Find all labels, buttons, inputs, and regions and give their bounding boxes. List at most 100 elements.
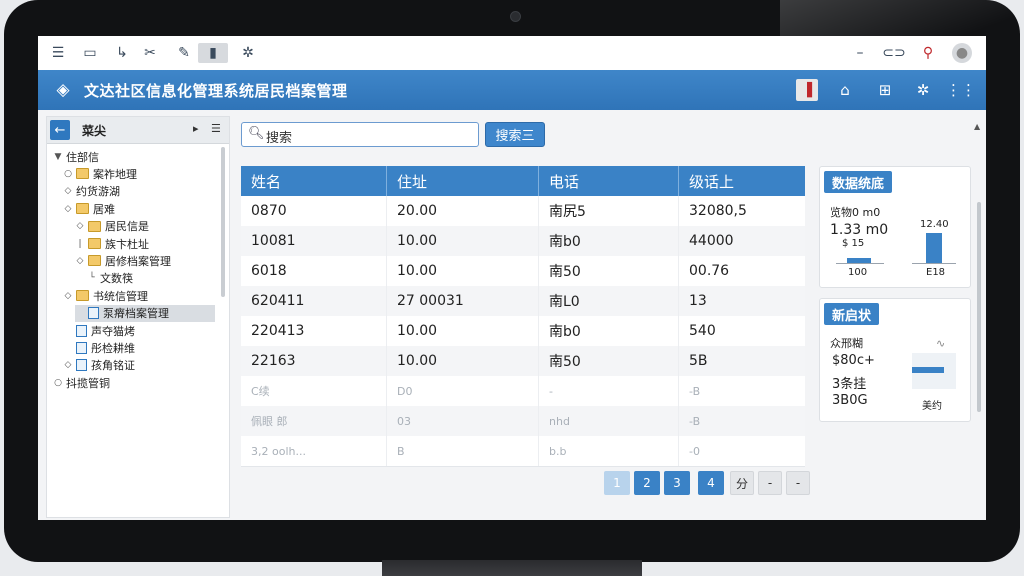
baseline-b (912, 263, 956, 264)
scroll-up-icon[interactable]: ▲ (974, 122, 980, 131)
sidebar-item[interactable]: ◇ 居修档案管理 (75, 252, 171, 269)
tree-toggle-icon[interactable]: ◇ (75, 256, 85, 266)
sidebar-item[interactable]: ▼ 住部信 (53, 148, 99, 165)
sidebar-item[interactable]: ◇ 孩角铭证 (63, 357, 135, 374)
tree-toggle-icon[interactable]: ◇ (63, 186, 73, 196)
link-icon[interactable]: ⊂⊃ (882, 43, 905, 63)
sidebar-item[interactable]: 彤检耕维 (63, 339, 135, 356)
tree-toggle-icon[interactable]: ○ (63, 169, 73, 179)
folder-icon (76, 168, 89, 180)
sidebar-item[interactable]: ○ 抖揽管铜 (53, 374, 110, 391)
sidebar-item-label: 约货游湖 (76, 185, 120, 199)
table-cell: 南L0 (539, 286, 679, 316)
sidebar-item-label: 彤检耕维 (91, 341, 135, 355)
home-icon[interactable]: ⌂ (834, 79, 856, 101)
table-row[interactable]: 620411 27 00031 南L0 13 (241, 286, 805, 317)
sidebar: ← 菜尖 ▸ ☰ ▼ 住部信 ○ 案祚地理 ◇ 约货游湖 ◇ 居难 ◇ 居民信是 | 族卞杜址 ◇ 居修档… (46, 116, 230, 518)
table-cell: 13 (689, 293, 707, 309)
page-scrollbar-thumb[interactable] (977, 202, 981, 412)
monitor: ☰ ▭ ↳ ✂ ✎ ▮ ✲ – ⊂⊃ ⚲ ● ◈ 文达社区信息化管理系统居民档案… (0, 0, 1024, 576)
minimize-icon[interactable]: – (850, 43, 870, 63)
page-button-4[interactable]: 4 (698, 471, 724, 495)
table-row[interactable]: 6018 10.00 南50 00.76 (241, 256, 805, 287)
sidebar-title: 菜尖 (82, 124, 107, 138)
table-row[interactable]: 220413 10.00 南b0 540 (241, 316, 805, 347)
table-cell: 5B (689, 353, 708, 369)
page-button-1[interactable]: 1 (604, 471, 630, 495)
table-cell: C续 (241, 376, 387, 406)
brush-icon[interactable]: ✎ (174, 43, 194, 63)
column-header-name[interactable]: 姓名 (241, 166, 387, 196)
sidebar-item[interactable]: ◇ 居民信是 (75, 218, 149, 235)
table-row[interactable]: 3,2 oolh... Bb.b -0 (241, 436, 805, 467)
sidebar-item[interactable]: ◇ 居难 (63, 200, 115, 217)
monitor-stand (382, 560, 642, 576)
search-placeholder: 搜索 (266, 131, 293, 146)
avatar-icon[interactable]: ● (952, 43, 972, 63)
search-input[interactable]: 🔍︎ 搜索 (241, 122, 479, 147)
page-button-3[interactable]: 3 (664, 471, 690, 495)
bar-b-label: E18 (926, 267, 946, 278)
table-cell: 10.00 (387, 316, 539, 346)
table-cell: -B (689, 414, 701, 428)
grid-icon[interactable]: ⋮⋮ (946, 79, 976, 101)
column-header-extra[interactable]: 级话上 (679, 166, 805, 196)
table-cell: 6018 (241, 256, 387, 286)
column-header-phone[interactable]: 电话 (539, 166, 679, 196)
document-icon (76, 341, 87, 354)
sidebar-item[interactable]: └ 文数筷 (87, 270, 133, 287)
bookmark-icon[interactable]: ▐ (796, 79, 818, 101)
column-header-address[interactable]: 住址 (387, 166, 539, 196)
menu-icon[interactable]: ☰ (48, 43, 68, 63)
sidebar-item[interactable]: | 族卞杜址 (75, 235, 149, 252)
settings-panel-icon[interactable]: ⊞ (874, 79, 896, 101)
bar-a-label: 100 (848, 267, 868, 278)
table-row[interactable]: 22163 10.00 南50 5B (241, 346, 805, 377)
sidebar-item[interactable]: 声夺猫烤 (63, 322, 135, 339)
page-size-button[interactable]: 分 (730, 471, 754, 495)
table-cell: 佩眼 郎 (241, 406, 387, 436)
sidebar-item[interactable]: ◇ 约货游湖 (63, 183, 120, 200)
table-row[interactable]: 10081 10.00 南b0 44000 (241, 226, 805, 257)
list-icon[interactable]: ☰ (211, 122, 221, 135)
stats-sub-label: $ 15 (842, 238, 865, 249)
sidebar-item-label: 抖揽管铜 (66, 376, 110, 390)
search-button[interactable]: 搜索三 (485, 122, 545, 147)
gear-icon[interactable]: ✲ (238, 43, 258, 63)
table-row[interactable]: 佩眼 郎 03 nhd -B (241, 406, 805, 437)
scissors-icon[interactable]: ✂ (140, 43, 160, 63)
back-arrow-icon[interactable]: ← (50, 120, 70, 140)
tree-toggle-icon[interactable]: ◇ (75, 221, 85, 231)
tools-icon[interactable]: ↳ (112, 43, 132, 63)
news-more-icon[interactable]: ∿ (936, 337, 945, 350)
table-header: 姓名 住址 电话 级话上 (241, 166, 805, 196)
page-scrollbar[interactable]: ▲ (974, 122, 982, 506)
tree-toggle-icon[interactable]: ◇ (63, 204, 73, 214)
monitor-icon[interactable]: ▭ (80, 43, 100, 63)
table-row[interactable]: C续 D0- -B (241, 376, 805, 407)
page-nav-button[interactable]: - (786, 471, 810, 495)
tree-toggle-icon[interactable]: ◇ (63, 291, 73, 301)
tree-toggle-icon[interactable]: ▼ (53, 152, 63, 162)
table-cell: -B (689, 384, 701, 398)
expand-icon[interactable]: ▸ (193, 122, 199, 135)
table-row[interactable]: 0870 20.00 南尻5 32080,5 (241, 196, 805, 227)
sidebar-item[interactable]: ◇ 书统信管理 (63, 287, 148, 304)
sidebar-scrollbar[interactable] (221, 147, 225, 297)
page-nav-button[interactable]: - (758, 471, 782, 495)
user-pin-icon[interactable]: ⚲ (918, 43, 938, 63)
tree-toggle-icon[interactable]: ◇ (63, 360, 73, 370)
news-footer: 美约 (922, 401, 942, 412)
sidebar-item[interactable]: ○ 案祚地理 (63, 165, 137, 182)
tree-toggle-icon[interactable]: ○ (53, 378, 63, 388)
tree-toggle-icon[interactable]: | (75, 239, 85, 249)
tree-toggle-icon[interactable]: └ (87, 273, 97, 283)
gear-icon[interactable]: ✲ (912, 79, 934, 101)
book-icon[interactable]: ▮ (198, 43, 228, 63)
baseline-a (836, 263, 884, 264)
sidebar-item-label: 文数筷 (100, 272, 133, 286)
sidebar-item[interactable]: 泵瘠档案管理 (75, 304, 215, 322)
table-cell: 20.00 (387, 196, 539, 226)
table-cell: 540 (689, 323, 716, 339)
page-button-2[interactable]: 2 (634, 471, 660, 495)
